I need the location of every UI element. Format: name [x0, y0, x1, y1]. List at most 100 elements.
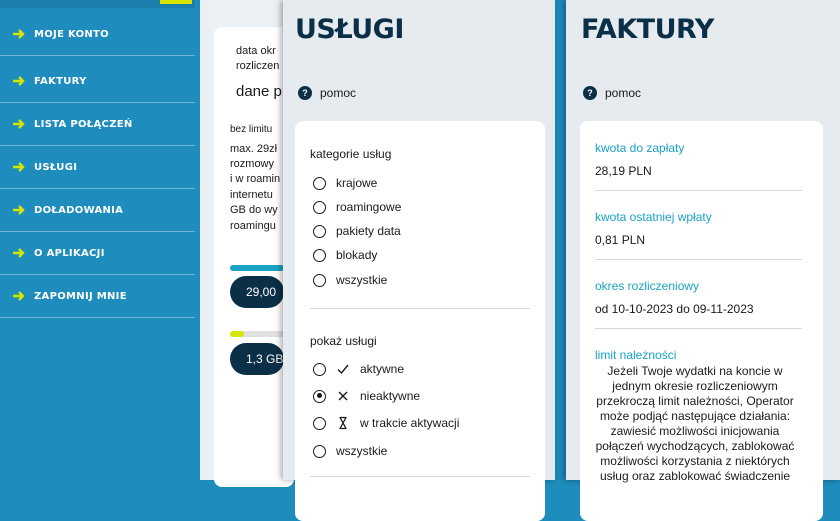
amount-due-label: kwota do zapłaty: [595, 141, 685, 155]
amount-pill[interactable]: 29,00: [230, 276, 284, 308]
bg-text: bez limitu: [230, 124, 273, 135]
text-line: może podjąć następujące działania:: [599, 409, 791, 423]
bg-text: dane p: [236, 83, 282, 100]
radio-krajowe[interactable]: krajowe: [313, 176, 377, 190]
sidebar-item-label: USŁUGI: [34, 161, 78, 173]
arrow-right-icon: [13, 162, 25, 172]
pill-text: 1,3 GB: [246, 352, 284, 366]
radio-button[interactable]: [313, 362, 326, 376]
pill-text: 29,00: [246, 285, 277, 299]
sidebar-item-label: DOŁADOWANIA: [34, 204, 124, 216]
radio-button[interactable]: [313, 416, 326, 430]
radio-button-selected[interactable]: [313, 389, 326, 403]
question-icon: ?: [583, 86, 597, 100]
billing-period-value: od 10-10-2023 do 09-11-2023: [595, 302, 754, 316]
arrow-right-icon: [13, 291, 25, 301]
page-title: USŁUGI: [295, 14, 404, 45]
billing-period-label: okres rozliczeniowy: [595, 279, 700, 293]
hourglass-icon: [336, 416, 350, 430]
radio-label: wszystkie: [336, 444, 388, 458]
help-link[interactable]: ? pomoc: [298, 86, 356, 100]
radio-button[interactable]: [313, 248, 326, 262]
bg-text: rozmowy: [230, 158, 275, 170]
radio-button[interactable]: [313, 200, 326, 214]
bg-text: max. 29zł: [230, 143, 278, 155]
text-line: usług oraz zablokować świadczenie: [599, 469, 791, 483]
text-line: jednym okresie rozliczeniowym: [612, 379, 778, 393]
radio-button[interactable]: [313, 176, 326, 190]
text-line: możliwości korzystania z niektórych: [600, 454, 790, 468]
sidebar-item-zapomnij-mnie[interactable]: ZAPOMNIJ MNIE: [0, 275, 195, 318]
sidebar-item-label: FAKTURY: [34, 75, 87, 87]
radio-label: wszystkie: [336, 273, 388, 287]
radio-button[interactable]: [313, 224, 326, 238]
radio-wszystkie-show[interactable]: wszystkie: [313, 444, 387, 458]
text-line: zawiesić możliwości inicjowania: [610, 424, 780, 438]
radio-pakiety-data[interactable]: pakiety data: [313, 224, 401, 238]
bg-text: rozliczen: [236, 60, 280, 72]
data-bar-fill: [230, 331, 244, 337]
radio-label: krajowe: [336, 176, 378, 190]
invoices-page: FAKTURY ? pomoc kwota do zapłaty 28,19 P…: [566, 0, 840, 521]
radio-wszystkie-categories[interactable]: wszystkie: [313, 273, 387, 287]
amount-due-value: 28,19 PLN: [595, 164, 652, 178]
sidebar-top-strip: [0, 0, 195, 8]
bg-text: data okr: [236, 45, 276, 57]
radio-label: blokady: [336, 248, 378, 262]
usage-bar: [230, 265, 284, 271]
sidebar-item-label: O APLIKACJI: [34, 247, 105, 259]
arrow-right-icon: [13, 248, 25, 258]
text-line: połączeń wychodzących, zablokować: [595, 439, 795, 453]
invoice-card: kwota do zapłaty 28,19 PLN kwota ostatni…: [580, 121, 823, 521]
section-title: pokaż usługi: [310, 334, 377, 348]
divider: [310, 308, 530, 309]
arrow-right-icon: [13, 205, 25, 215]
last-payment-label: kwota ostatniej wpłaty: [595, 210, 712, 224]
bg-text: roamingu: [230, 220, 276, 232]
divider: [595, 259, 802, 260]
accent-bar: [160, 0, 192, 4]
data-pill[interactable]: 1,3 GB: [230, 343, 284, 375]
arrow-right-icon: [13, 76, 25, 86]
sidebar-item-faktury[interactable]: FAKTURY: [0, 60, 195, 103]
sidebar-item-lista-polaczen[interactable]: LISTA POŁĄCZEŃ: [0, 103, 195, 146]
radio-nieaktywne[interactable]: nieaktywne: [313, 389, 420, 403]
x-icon: [336, 389, 350, 403]
sidebar-item-label: ZAPOMNIJ MNIE: [34, 290, 127, 302]
arrow-right-icon: [13, 29, 25, 39]
radio-label: pakiety data: [336, 224, 401, 238]
bg-text: GB do wy: [230, 204, 278, 216]
sidebar-item-uslugi[interactable]: USŁUGI: [0, 146, 195, 189]
radio-button[interactable]: [313, 444, 326, 458]
side-menu: MOJE KONTO FAKTURY LISTA POŁĄCZEŃ USŁUGI…: [0, 0, 195, 480]
help-label: pomoc: [605, 86, 642, 100]
arrow-right-icon: [13, 119, 25, 129]
sidebar-item-o-aplikacji[interactable]: O APLIKACJI: [0, 232, 195, 275]
text-line: przekroczą limit należności, Operator: [596, 394, 794, 408]
limit-label: limit należności: [595, 348, 677, 362]
check-icon: [336, 362, 350, 376]
radio-label: aktywne: [360, 362, 405, 376]
filters-card: kategorie usług krajowe roamingowe pakie…: [295, 121, 545, 521]
radio-roamingowe[interactable]: roamingowe: [313, 200, 401, 214]
radio-label: w trakcie aktywacji: [360, 416, 460, 430]
radio-label: nieaktywne: [360, 389, 421, 403]
radio-aktywne[interactable]: aktywne: [313, 362, 404, 376]
text-line: Jeżeli Twoje wydatki na koncie w: [607, 364, 783, 378]
limit-description: Jeżeli Twoje wydatki na koncie w jednym …: [595, 364, 795, 484]
sidebar-item-label: LISTA POŁĄCZEŃ: [34, 118, 133, 130]
bg-text: i w roamin: [230, 173, 281, 185]
radio-blokady[interactable]: blokady: [313, 248, 377, 262]
last-payment-value: 0,81 PLN: [595, 233, 646, 247]
divider: [310, 476, 530, 477]
question-icon: ?: [298, 86, 312, 100]
help-link[interactable]: ? pomoc: [583, 86, 641, 100]
sidebar-item-moje-konto[interactable]: MOJE KONTO: [0, 13, 195, 56]
radio-button[interactable]: [313, 273, 326, 287]
radio-w-trakcie-aktywacji[interactable]: w trakcie aktywacji: [313, 416, 459, 430]
sidebar-item-doladowania[interactable]: DOŁADOWANIA: [0, 189, 195, 232]
divider: [595, 190, 802, 191]
bg-text: internetu: [230, 189, 273, 201]
page-title: FAKTURY: [581, 14, 714, 45]
sidebar-item-label: MOJE KONTO: [34, 28, 109, 40]
